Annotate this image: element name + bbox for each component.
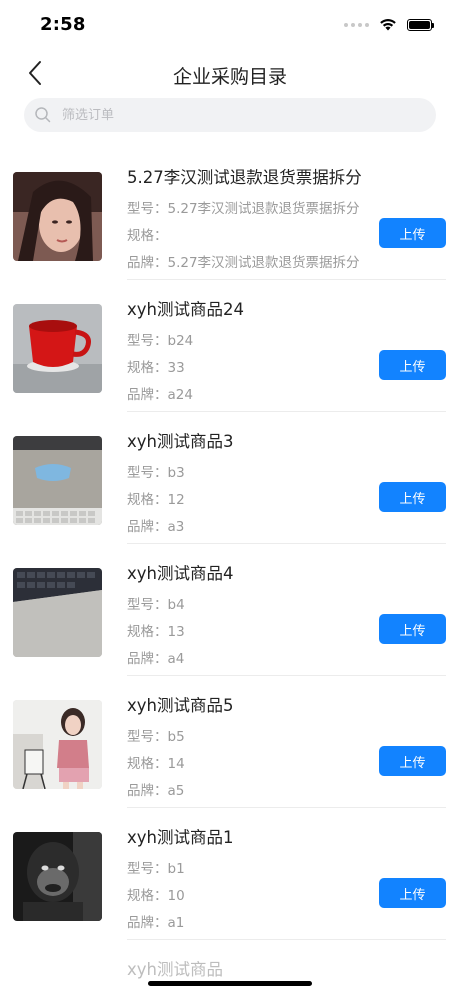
product-spec: 规格： (127, 224, 168, 244)
brand-label: 品牌： (127, 915, 168, 931)
brand-value: a5 (167, 783, 185, 799)
list-item[interactable]: xyh测试商品4 型号：b4 规格：13 品牌：a4 上传 (0, 544, 460, 676)
list-item[interactable]: 5.27李汉测试退款退货票据拆分 型号：5.27李汉测试退款退货票据拆分 规格：… (0, 148, 460, 280)
model-label: 型号： (127, 597, 168, 613)
product-image (13, 832, 102, 921)
brand-label: 品牌： (127, 255, 168, 271)
product-brand: 品牌：a5 (127, 779, 184, 799)
list-item[interactable]: xyh测试商品3 型号：b3 规格：12 品牌：a3 上传 (0, 412, 460, 544)
search-icon (34, 106, 52, 124)
product-spec: 规格：13 (127, 620, 185, 640)
model-label: 型号： (127, 465, 168, 481)
battery-icon (407, 18, 434, 31)
model-value: b3 (167, 465, 185, 481)
product-spec: 规格：10 (127, 884, 185, 904)
product-model: 型号：5.27李汉测试退款退货票据拆分 (127, 197, 360, 217)
spec-label: 规格： (127, 228, 168, 244)
product-name-partial: xyh测试商品 (127, 960, 223, 979)
product-image (13, 304, 102, 393)
spec-value: 33 (167, 360, 185, 376)
home-indicator[interactable] (148, 981, 312, 986)
product-brand: 品牌：a24 (127, 383, 193, 403)
brand-value: 5.27李汉测试退款退货票据拆分 (167, 255, 360, 271)
spec-label: 规格： (127, 360, 168, 376)
model-value: b5 (167, 729, 185, 745)
spec-label: 规格： (127, 492, 168, 508)
status-bar: 2:58 (0, 0, 460, 48)
brand-label: 品牌： (127, 651, 168, 667)
product-brand: 品牌：a1 (127, 911, 184, 931)
brand-value: a1 (167, 915, 185, 931)
model-label: 型号： (127, 333, 168, 349)
product-name: xyh测试商品3 (127, 432, 234, 451)
product-model: 型号：b4 (127, 593, 185, 613)
status-time: 2:58 (40, 14, 86, 35)
spec-label: 规格： (127, 624, 168, 640)
product-spec: 规格：33 (127, 356, 185, 376)
upload-button[interactable]: 上传 (379, 746, 446, 776)
product-name: xyh测试商品5 (127, 696, 234, 715)
brand-label: 品牌： (127, 387, 168, 403)
product-brand: 品牌：5.27李汉测试退款退货票据拆分 (127, 251, 360, 271)
product-brand: 品牌：a4 (127, 647, 184, 667)
divider (127, 939, 446, 940)
nav-bar: 企业采购目录 (0, 48, 460, 100)
upload-button[interactable]: 上传 (379, 218, 446, 248)
product-name: 5.27李汉测试退款退货票据拆分 (127, 168, 362, 187)
list-item[interactable]: xyh测试商品1 型号：b1 规格：10 品牌：a1 上传 (0, 808, 460, 940)
upload-button[interactable]: 上传 (379, 350, 446, 380)
product-model: 型号：b3 (127, 461, 185, 481)
model-value: b24 (167, 333, 194, 349)
brand-label: 品牌： (127, 783, 168, 799)
signal-dots-icon (344, 22, 369, 27)
product-model: 型号：b5 (127, 725, 185, 745)
product-brand: 品牌：a3 (127, 515, 184, 535)
upload-button[interactable]: 上传 (379, 614, 446, 644)
spec-value: 14 (167, 756, 185, 772)
model-label: 型号： (127, 201, 168, 217)
model-value: b1 (167, 861, 185, 877)
list-item[interactable]: xyh测试商品5 型号：b5 规格：14 品牌：a5 上传 (0, 676, 460, 808)
product-name: xyh测试商品1 (127, 828, 234, 847)
product-model: 型号：b24 (127, 329, 193, 349)
product-spec: 规格：12 (127, 488, 185, 508)
model-label: 型号： (127, 729, 168, 745)
upload-button[interactable]: 上传 (379, 878, 446, 908)
spec-label: 规格： (127, 888, 168, 904)
brand-value: a3 (167, 519, 185, 535)
status-icons (344, 18, 434, 31)
brand-label: 品牌： (127, 519, 168, 535)
product-image (13, 568, 102, 657)
product-model: 型号：b1 (127, 857, 185, 877)
product-image (13, 700, 102, 789)
wifi-icon (380, 19, 396, 31)
search-bar[interactable] (24, 98, 436, 132)
brand-value: a24 (167, 387, 193, 403)
search-input[interactable] (60, 106, 424, 124)
product-list: 5.27李汉测试退款退货票据拆分 型号：5.27李汉测试退款退货票据拆分 规格：… (0, 148, 460, 940)
upload-button[interactable]: 上传 (379, 482, 446, 512)
spec-value: 13 (167, 624, 185, 640)
product-name: xyh测试商品24 (127, 300, 244, 319)
spec-value: 10 (167, 888, 185, 904)
product-image (13, 436, 102, 525)
product-spec: 规格：14 (127, 752, 185, 772)
spec-value: 12 (167, 492, 185, 508)
list-item[interactable]: xyh测试商品24 型号：b24 规格：33 品牌：a24 上传 (0, 280, 460, 412)
brand-value: a4 (167, 651, 185, 667)
product-image (13, 172, 102, 261)
product-name: xyh测试商品4 (127, 564, 234, 583)
model-value: b4 (167, 597, 185, 613)
model-value: 5.27李汉测试退款退货票据拆分 (167, 201, 360, 217)
page-title: 企业采购目录 (172, 66, 287, 88)
model-label: 型号： (127, 861, 168, 877)
spec-label: 规格： (127, 756, 168, 772)
